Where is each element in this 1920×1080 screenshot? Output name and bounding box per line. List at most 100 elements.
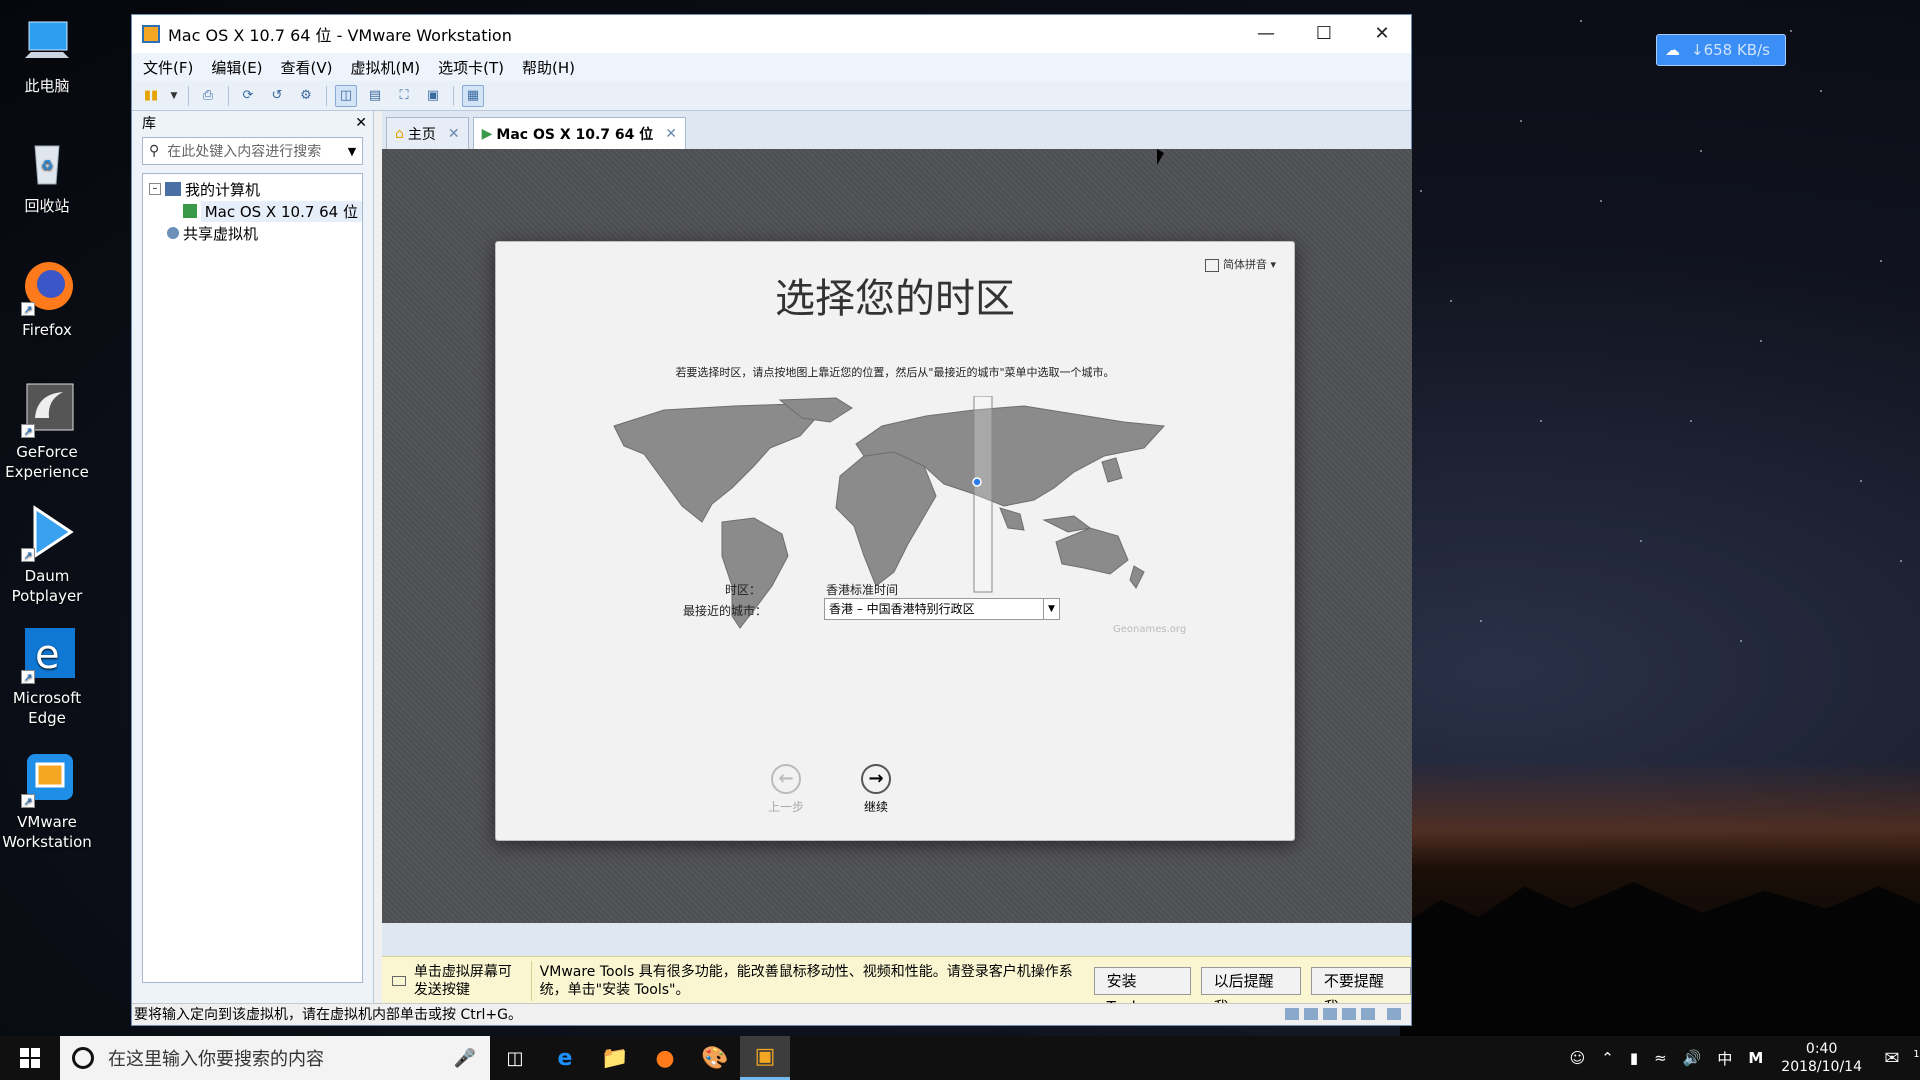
maximize-button[interactable]: ☐ <box>1295 15 1353 53</box>
toolbar-separator <box>453 85 454 106</box>
send-keys-icon[interactable]: ⎙ <box>197 85 219 107</box>
tab-home[interactable]: ⌂ 主页 ✕ <box>386 117 469 149</box>
menu-help[interactable]: 帮助(H) <box>522 57 575 78</box>
console-view-icon[interactable]: ▦ <box>462 84 484 107</box>
microphone-icon[interactable]: 🎤 <box>454 1048 476 1069</box>
taskbar-firefox-icon[interactable]: ● <box>640 1036 690 1080</box>
action-center-button[interactable]: ✉ 1 <box>1876 1048 1920 1069</box>
desktop-icon-recycle-bin[interactable]: ♻ 回收站 <box>0 132 94 216</box>
tab-strip: ⌂ 主页 ✕ ▶ Mac OS X 10.7 64 位 ✕ <box>382 111 1411 149</box>
never-remind-button[interactable]: 不要提醒我 <box>1310 967 1412 1016</box>
title-bar[interactable]: Mac OS X 10.7 64 位 - VMware Workstation … <box>132 15 1411 53</box>
desktop-icon-vmware[interactable]: ↗ VMware Workstation <box>0 748 94 852</box>
desktop-icon-potplayer[interactable]: ↗ Daum Potplayer <box>0 502 94 606</box>
cortana-icon <box>72 1047 94 1069</box>
vmware-window[interactable]: Mac OS X 10.7 64 位 - VMware Workstation … <box>131 14 1412 1026</box>
cd-drive-icon[interactable] <box>1304 1008 1318 1020</box>
people-icon[interactable]: ☺ <box>1570 1049 1586 1067</box>
task-view-icon[interactable]: ◫ <box>490 1036 540 1080</box>
recycle-bin-icon: ♻ <box>17 132 77 192</box>
chevron-down-icon[interactable]: ▼ <box>169 85 179 107</box>
taskbar-edge-icon[interactable]: e <box>540 1036 590 1080</box>
library-tree: – 我的计算机 Mac OS X 10.7 64 位 共享虚拟机 <box>142 173 363 983</box>
tree-item-shared-vms[interactable]: 共享虚拟机 <box>143 222 362 244</box>
taskbar-search-box[interactable]: 在这里输入你要搜索的内容 🎤 <box>60 1036 490 1080</box>
menu-edit[interactable]: 编辑(E) <box>211 57 262 78</box>
svg-text:♻: ♻ <box>41 158 54 174</box>
taskbar-search-placeholder: 在这里输入你要搜索的内容 <box>108 1049 324 1070</box>
chevron-up-icon[interactable]: ⌃ <box>1601 1049 1614 1067</box>
continue-button[interactable]: → 继续 <box>846 764 906 815</box>
network-adapter-icon[interactable] <box>1323 1008 1337 1020</box>
tree-item-my-computer[interactable]: – 我的计算机 <box>143 178 362 200</box>
tree-item-vm[interactable]: Mac OS X 10.7 64 位 <box>143 200 362 222</box>
collapse-icon[interactable]: – <box>149 183 161 195</box>
tree-label: 共享虚拟机 <box>183 224 259 243</box>
clock[interactable]: 0:40 2018/10/14 <box>1781 1040 1862 1076</box>
desktop-icon-label: GeForce Experience <box>5 443 89 481</box>
revert-snapshot-icon[interactable]: ↺ <box>266 85 288 107</box>
wifi-icon[interactable]: ≈ <box>1654 1049 1667 1067</box>
device-icons <box>1280 1008 1401 1020</box>
toolbar-separator <box>188 85 189 106</box>
desktop-icon-this-pc[interactable]: 此电脑 <box>0 12 94 96</box>
chevron-down-icon[interactable]: ▼ <box>342 145 362 158</box>
network-speed-widget[interactable]: ☁ ↓658 KB/s <box>1656 34 1786 66</box>
toolbar: ▮▮ ▼ ⎙ ⟳ ↺ ⚙ ◫ ▤ ⛶ ▣ ▦ <box>132 81 1411 111</box>
menu-file[interactable]: 文件(F) <box>143 57 193 78</box>
shortcut-arrow-icon: ↗ <box>21 548 35 562</box>
ime-mode-indicator[interactable]: M <box>1748 1049 1763 1067</box>
back-button[interactable]: ← 上一步 <box>756 764 816 815</box>
install-tools-button[interactable]: 安装 Tools <box>1093 967 1191 1016</box>
thumbnail-view-icon[interactable]: ▤ <box>364 85 386 107</box>
vm-console-screen[interactable]: 简体拼音 ▾ 选择您的时区 若要选择时区，请点按地图上靠近您的位置，然后从"最接… <box>382 149 1412 923</box>
power-icon[interactable]: ▮▮ <box>140 85 162 107</box>
display-icon[interactable] <box>1361 1008 1375 1020</box>
menu-tabs[interactable]: 选项卡(T) <box>438 57 504 78</box>
my-computer-icon <box>165 182 181 196</box>
closest-city-select[interactable]: 香港 – 中国香港特别行政区 ▼ <box>824 598 1060 620</box>
battery-icon[interactable]: ▮ <box>1630 1049 1638 1067</box>
fullscreen-icon[interactable]: ⛶ <box>393 85 415 107</box>
snapshot-manager-icon[interactable]: ⚙ <box>295 85 317 107</box>
timezone-label: 时区： <box>725 583 762 597</box>
menu-view[interactable]: 查看(V) <box>281 57 333 78</box>
taskbar-explorer-icon[interactable]: 📁 <box>590 1036 640 1080</box>
close-library-icon[interactable]: ✕ <box>355 115 367 131</box>
desktop-icon-label: 此电脑 <box>24 77 70 95</box>
message-log-icon[interactable] <box>1387 1008 1401 1020</box>
notification-icon: ✉ <box>1884 1047 1900 1069</box>
minimize-button[interactable]: — <box>1237 15 1295 53</box>
menu-vm[interactable]: 虚拟机(M) <box>351 57 421 78</box>
library-view-icon[interactable]: ◫ <box>335 84 357 107</box>
continue-label: 继续 <box>863 800 888 814</box>
library-search-input[interactable]: ⚲ 在此处键入内容进行搜索 ▼ <box>142 137 363 165</box>
snapshot-icon[interactable]: ⟳ <box>237 85 259 107</box>
volume-icon[interactable]: 🔊 <box>1683 1049 1702 1067</box>
close-tab-icon[interactable]: ✕ <box>665 126 677 142</box>
keyboard-icon <box>392 976 406 986</box>
desktop-icon-label: Microsoft Edge <box>12 689 82 727</box>
usb-icon[interactable] <box>1342 1008 1356 1020</box>
desktop-icon-firefox[interactable]: ↗ Firefox <box>0 256 94 340</box>
mac-timezone-dialog: 简体拼音 ▾ 选择您的时区 若要选择时区，请点按地图上靠近您的位置，然后从"最接… <box>495 241 1295 841</box>
desktop-icon-geforce[interactable]: ↗ GeForce Experience <box>0 378 94 482</box>
tab-mac-vm[interactable]: ▶ Mac OS X 10.7 64 位 ✕ <box>472 117 686 149</box>
hard-disk-icon[interactable] <box>1285 1008 1299 1020</box>
system-tray: ☺ ⌃ ▮ ≈ 🔊 中 M 0:40 2018/10/14 ✉ 1 <box>1562 1040 1920 1076</box>
menu-bar: 文件(F) 编辑(E) 查看(V) 虚拟机(M) 选项卡(T) 帮助(H) <box>132 53 1411 81</box>
close-button[interactable]: ✕ <box>1353 15 1411 53</box>
page-title: 选择您的时区 <box>775 276 1015 322</box>
svg-text:e: e <box>35 632 60 678</box>
desktop-icon-edge[interactable]: e ↗ Microsoft Edge <box>0 624 94 728</box>
library-header: 库 ✕ <box>132 111 373 135</box>
remind-later-button[interactable]: 以后提醒我 <box>1200 967 1301 1016</box>
close-tab-icon[interactable]: ✕ <box>448 126 460 142</box>
back-label: 上一步 <box>767 800 804 814</box>
search-icon: ⚲ <box>149 143 160 159</box>
ime-indicator[interactable]: 中 <box>1717 1048 1732 1069</box>
taskbar-vmware-icon[interactable]: ▣ <box>740 1036 790 1080</box>
start-button[interactable] <box>0 1036 60 1080</box>
unity-icon[interactable]: ▣ <box>422 85 444 107</box>
taskbar-paint-icon[interactable]: 🎨 <box>690 1036 740 1080</box>
